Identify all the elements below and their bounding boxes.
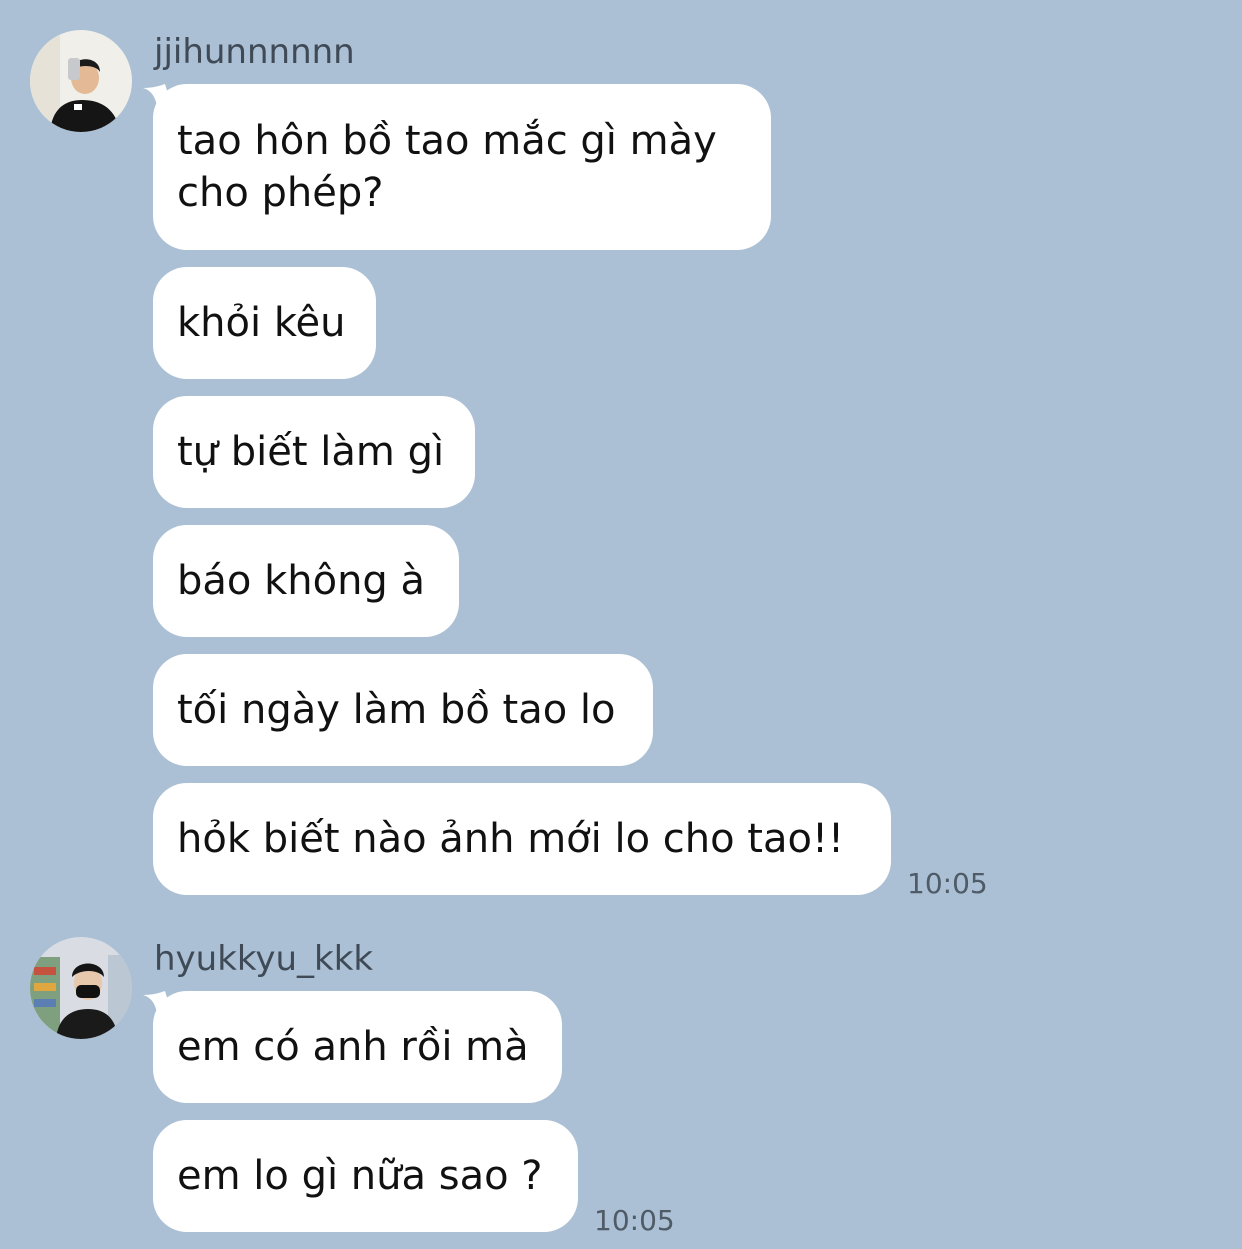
- message-bubble[interactable]: tao hôn bồ tao mắc gì mày cho phép?: [153, 84, 771, 250]
- message-text: khỏi kêu: [177, 300, 346, 346]
- message-bubble[interactable]: em lo gì nữa sao ?: [153, 1120, 578, 1232]
- sender-name: jjihunnnnnn: [154, 32, 355, 72]
- message-text: em lo gì nữa sao ?: [177, 1153, 543, 1199]
- message-timestamp: 10:05: [594, 1204, 675, 1237]
- avatar-hyukkyu_kkk[interactable]: [30, 937, 132, 1039]
- message-bubble[interactable]: hỏk biết nào ảnh mới lo cho tao!!: [153, 783, 891, 895]
- sender-name: hyukkyu_kkk: [154, 939, 374, 979]
- selfie-avatar-icon: [30, 30, 132, 132]
- message-text: em có anh rồi mà: [177, 1024, 529, 1070]
- message-bubble[interactable]: khỏi kêu: [153, 267, 376, 379]
- message-bubble[interactable]: tối ngày làm bồ tao lo: [153, 654, 653, 766]
- message-text: tao hôn bồ tao mắc gì mày cho phép?: [177, 118, 717, 216]
- message-bubble[interactable]: tự biết làm gì: [153, 396, 475, 508]
- message-timestamp: 10:05: [907, 867, 988, 900]
- message-text: hỏk biết nào ảnh mới lo cho tao!!: [177, 816, 845, 862]
- message-text: báo không à: [177, 558, 426, 604]
- message-text: tự biết làm gì: [177, 429, 445, 475]
- message-text: tối ngày làm bồ tao lo: [177, 687, 616, 733]
- message-bubble[interactable]: báo không à: [153, 525, 459, 637]
- avatar-jjihunnnnnn[interactable]: [30, 30, 132, 132]
- masked-person-avatar-icon: [30, 937, 132, 1039]
- message-bubble[interactable]: em có anh rồi mà: [153, 991, 562, 1103]
